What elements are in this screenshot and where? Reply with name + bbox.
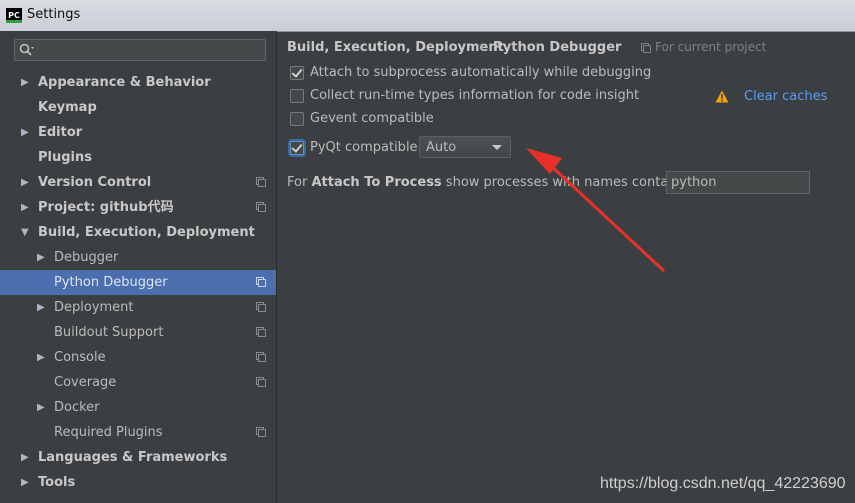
- settings-search-box[interactable]: [14, 39, 266, 61]
- sidebar-item-label: Plugins: [38, 150, 92, 165]
- sidebar-item[interactable]: ▼ Build, Execution, Deployment: [0, 220, 276, 245]
- sidebar-item[interactable]: ▶ Version Control: [0, 170, 276, 195]
- sidebar-item-label: Coverage: [54, 375, 117, 390]
- settings-content: Build, Execution, Deployment › Python De…: [277, 31, 855, 503]
- pyqt-compatible-checkbox[interactable]: [290, 141, 304, 155]
- breadcrumb-parent: Build, Execution, Deployment: [287, 40, 504, 55]
- warning-icon: [715, 90, 729, 107]
- project-scope-label: For current project: [655, 40, 767, 54]
- project-scope-icon: [641, 43, 651, 53]
- sidebar-item[interactable]: Coverage: [0, 370, 276, 395]
- search-icon: [19, 43, 34, 56]
- project-scope-indicator: For current project: [641, 40, 766, 54]
- sidebar-item-label: Debugger: [54, 250, 119, 265]
- project-scope-icon: [256, 302, 266, 312]
- pycharm-app-icon: PC: [6, 8, 22, 23]
- collect-runtime-types-checkbox[interactable]: [290, 89, 304, 103]
- collapsed-arrow-icon[interactable]: ▶: [21, 445, 31, 470]
- breadcrumb-separator: ›: [479, 40, 485, 55]
- collapsed-arrow-icon[interactable]: ▶: [21, 70, 31, 95]
- collapsed-arrow-icon[interactable]: ▶: [37, 395, 47, 420]
- project-scope-icon: [256, 377, 266, 387]
- sidebar-item-label: Buildout Support: [54, 325, 164, 340]
- project-scope-icon: [256, 327, 266, 337]
- sidebar-item-label: Deployment: [54, 300, 134, 315]
- watermark-text: https://blog.csdn.net/qq_42223690: [600, 475, 846, 492]
- window-titlebar: PC Settings: [0, 0, 855, 32]
- sidebar-item[interactable]: Plugins: [0, 145, 276, 170]
- project-scope-icon: [256, 427, 266, 437]
- sidebar-item[interactable]: Keymap: [0, 95, 276, 120]
- sidebar-item-label: Docker: [54, 400, 100, 415]
- pyqt-mode-value: Auto: [426, 140, 457, 155]
- attach-subprocess-checkbox[interactable]: [290, 66, 304, 80]
- attach-process-prefix: For: [287, 175, 312, 190]
- sidebar-item-label: Build, Execution, Deployment: [38, 225, 255, 240]
- settings-sidebar: ▶ Appearance & Behavior Keymap ▶ Editor Plugi…: [0, 31, 277, 503]
- sidebar-item-label: Python Debugger: [54, 275, 168, 290]
- sidebar-item-label: Tools: [38, 475, 76, 490]
- attach-process-bold: Attach To Process: [311, 175, 442, 190]
- sidebar-item-label: Languages & Frameworks: [38, 450, 228, 465]
- collapsed-arrow-icon[interactable]: ▶: [21, 170, 31, 195]
- sidebar-item[interactable]: ▶ Debugger: [0, 245, 276, 270]
- collapsed-arrow-icon[interactable]: ▶: [37, 245, 47, 270]
- window-title: Settings: [27, 7, 81, 22]
- sidebar-item[interactable]: ▶ Appearance & Behavior: [0, 70, 276, 95]
- breadcrumb-current: Python Debugger: [493, 40, 622, 55]
- process-name-filter-input[interactable]: [666, 171, 810, 194]
- sidebar-item[interactable]: Required Plugins: [0, 420, 276, 445]
- settings-search-input[interactable]: [37, 42, 263, 60]
- project-scope-icon: [256, 177, 266, 187]
- project-scope-icon: [256, 277, 266, 287]
- collect-runtime-types-label: Collect run-time types information for c…: [310, 88, 640, 103]
- sidebar-item-label: Version Control: [38, 175, 152, 190]
- pyqt-compatible-label: PyQt compatible: [310, 140, 418, 155]
- sidebar-item-label: Keymap: [38, 100, 97, 115]
- gevent-compatible-label: Gevent compatible: [310, 111, 434, 126]
- collapsed-arrow-icon[interactable]: ▶: [21, 120, 31, 145]
- attach-process-description: For Attach To Process show processes wit…: [287, 175, 705, 190]
- sidebar-item[interactable]: ▶ Project: github代码: [0, 195, 276, 220]
- project-scope-icon: [256, 352, 266, 362]
- project-scope-icon: [256, 202, 266, 212]
- collapsed-arrow-icon[interactable]: ▶: [21, 470, 31, 495]
- sidebar-item[interactable]: ▶ Editor: [0, 120, 276, 145]
- sidebar-item-label: Editor: [38, 125, 83, 140]
- pyqt-mode-dropdown[interactable]: Auto: [419, 136, 511, 158]
- collapsed-arrow-icon[interactable]: ▶: [37, 295, 47, 320]
- collapsed-arrow-icon[interactable]: ▶: [37, 345, 47, 370]
- sidebar-item-label: Project: github代码: [38, 200, 174, 215]
- settings-tree: ▶ Appearance & Behavior Keymap ▶ Editor Plugi…: [0, 70, 276, 495]
- sidebar-item[interactable]: ▶ Console: [0, 345, 276, 370]
- sidebar-item[interactable]: Python Debugger: [0, 270, 276, 295]
- chevron-down-icon: [492, 145, 502, 150]
- gevent-compatible-checkbox[interactable]: [290, 112, 304, 126]
- sidebar-item[interactable]: ▶ Docker: [0, 395, 276, 420]
- expanded-arrow-icon[interactable]: ▼: [21, 220, 31, 245]
- collapsed-arrow-icon[interactable]: ▶: [21, 195, 31, 220]
- sidebar-item[interactable]: ▶ Tools: [0, 470, 276, 495]
- sidebar-item-label: Appearance & Behavior: [38, 75, 211, 90]
- sidebar-item[interactable]: ▶ Deployment: [0, 295, 276, 320]
- attach-subprocess-label: Attach to subprocess automatically while…: [310, 65, 652, 80]
- clear-caches-link[interactable]: Clear caches: [744, 89, 827, 104]
- sidebar-item-label: Required Plugins: [54, 425, 163, 440]
- sidebar-item[interactable]: Buildout Support: [0, 320, 276, 345]
- sidebar-item-label: Console: [54, 350, 106, 365]
- sidebar-item[interactable]: ▶ Languages & Frameworks: [0, 445, 276, 470]
